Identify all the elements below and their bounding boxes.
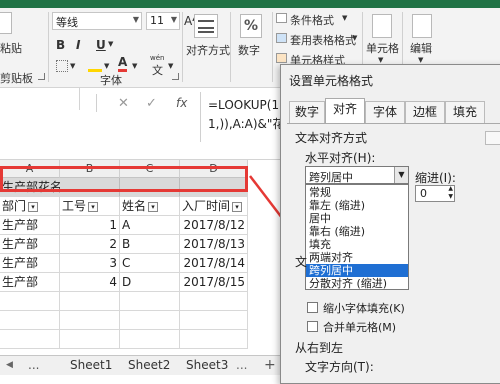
section-rtl: 从右到左 [295, 341, 344, 355]
text-direction-label: 文字方向(T): [305, 360, 374, 374]
sheet-ellipsis[interactable]: ... [236, 356, 247, 375]
chevron-down-icon[interactable]: ▼ [394, 167, 408, 183]
list-item[interactable]: 居中 [306, 212, 408, 225]
tab-alignment[interactable]: 对齐 [325, 98, 365, 124]
tab-divider [287, 123, 500, 124]
list-item-selected[interactable]: 跨列居中 [306, 264, 408, 277]
indent-spinner[interactable]: 0 ▲ ▼ [415, 185, 455, 202]
section-partial-label: 文 [295, 255, 308, 269]
spinner-up-icon[interactable]: ▲ [448, 185, 453, 192]
tab-font[interactable]: 字体 [365, 101, 405, 123]
indent-label: 缩进(I): [415, 171, 456, 185]
list-item[interactable]: 分散对齐 (缩进) [306, 277, 408, 290]
spinner-down-icon[interactable]: ▼ [448, 193, 453, 200]
tab-border[interactable]: 边框 [405, 101, 445, 123]
tab-number[interactable]: 数字 [289, 101, 325, 123]
horizontal-align-value: 跨列居中 [309, 171, 353, 184]
indent-value: 0 [420, 187, 427, 200]
orientation-box [485, 131, 500, 145]
list-item[interactable]: 靠右 (缩进) [306, 225, 408, 238]
section-text-alignment: 文本对齐方式 [295, 131, 368, 145]
tab-fill[interactable]: 填充 [445, 101, 485, 123]
merge-cells-label: 合并单元格(M) [323, 321, 397, 334]
shrink-to-fit-checkbox[interactable] [307, 302, 318, 313]
add-sheet-button[interactable]: + [264, 356, 276, 375]
format-cells-dialog: 设置单元格格式 数字 对齐 字体 边框 填充 文本对齐方式 水平对齐(H): 跨… [280, 64, 500, 384]
dialog-title: 设置单元格格式 [289, 74, 374, 88]
horizontal-align-select[interactable]: 跨列居中 ▼ [305, 166, 409, 184]
shrink-to-fit-label: 缩小字体填充(K) [323, 302, 405, 315]
list-item[interactable]: 靠左 (缩进) [306, 199, 408, 212]
horizontal-align-label: 水平对齐(H): [305, 151, 376, 165]
merge-cells-checkbox[interactable] [307, 321, 318, 332]
sheet-tab[interactable]: Sheet1 [70, 356, 112, 375]
list-item[interactable]: 填充 [306, 238, 408, 251]
horizontal-align-list[interactable]: 常规 靠左 (缩进) 居中 靠右 (缩进) 填充 两端对齐 跨列居中 分散对齐 … [305, 184, 409, 290]
list-item[interactable]: 常规 [306, 186, 408, 199]
sheet-tab[interactable]: Sheet2 [128, 356, 170, 375]
sheet-ellipsis[interactable]: ... [28, 356, 39, 375]
list-item[interactable]: 两端对齐 [306, 251, 408, 264]
prev-sheet-icon[interactable]: ◀ [6, 356, 13, 375]
sheet-tab[interactable]: Sheet3 [186, 356, 228, 375]
